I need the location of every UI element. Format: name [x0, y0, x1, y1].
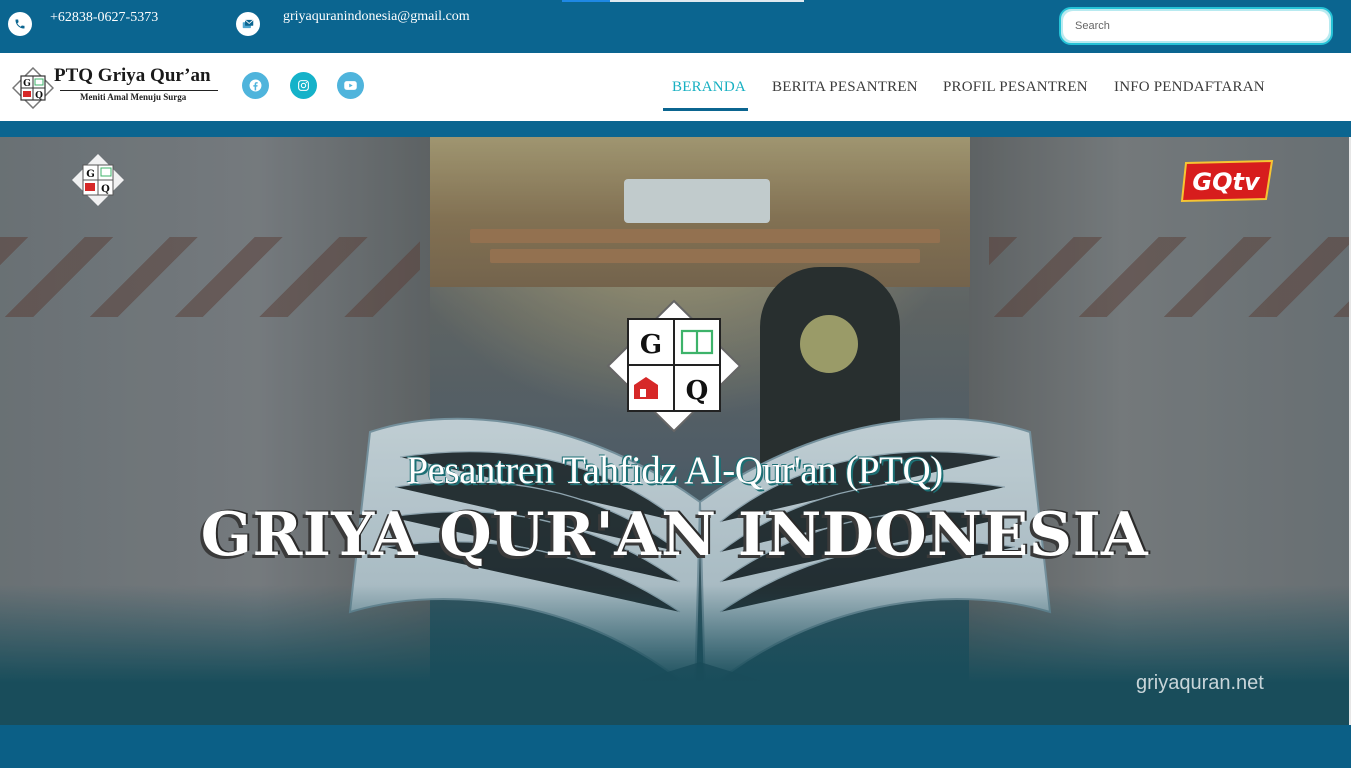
hero-subtitle: Pesantren Tahfidz Al-Qur'an (PTQ)	[406, 449, 943, 492]
nav-label: BERITA PESANTREN	[772, 78, 918, 95]
svg-text:G: G	[640, 330, 662, 360]
search-input[interactable]	[1063, 11, 1329, 41]
search-box	[1059, 7, 1333, 45]
brand-tagline: Meniti Amal Menuju Surga	[80, 92, 187, 102]
nav-label: PROFIL PESANTREN	[943, 78, 1088, 95]
email-address[interactable]: griyaquranindonesia@gmail.com	[283, 9, 470, 25]
nav-label: INFO PENDAFTARAN	[1114, 78, 1265, 95]
phone-icon	[8, 12, 32, 36]
active-nav-indicator	[663, 108, 748, 111]
nav-beranda[interactable]: BERANDA	[663, 53, 748, 121]
hero-banner: G Q GQtv G Q Pesantren Tahfidz Al-Qur'an…	[0, 137, 1349, 725]
svg-text:Q: Q	[686, 376, 709, 406]
youtube-icon	[344, 81, 357, 90]
top-bar: +62838-0627-5373 griyaquranindonesia@gma…	[0, 0, 1351, 53]
header-divider	[0, 121, 1351, 137]
site-logo[interactable]: G Q PTQ Griya Qur’an Meniti Amal Menuju …	[12, 65, 222, 109]
gq-logo-icon: G Q	[12, 67, 54, 109]
envelope-icon	[236, 12, 260, 36]
youtube-link[interactable]	[337, 72, 364, 99]
hero-watermark: griyaquran.net	[1136, 672, 1264, 694]
gqtv-badge: GQtv	[1180, 159, 1274, 203]
svg-text:Q: Q	[101, 184, 110, 195]
svg-text:G: G	[23, 79, 31, 89]
instagram-link[interactable]	[290, 72, 317, 99]
svg-text:GQtv: GQtv	[1192, 168, 1261, 196]
next-section-band	[0, 725, 1351, 768]
svg-text:Q: Q	[35, 91, 43, 101]
main-navbar: G Q PTQ Griya Qur’an Meniti Amal Menuju …	[0, 53, 1351, 121]
gq-corner-logo-icon: G Q	[72, 154, 124, 206]
instagram-icon	[298, 80, 309, 91]
phone-number[interactable]: +62838-0627-5373	[50, 10, 158, 26]
nav-label: BERANDA	[672, 78, 746, 95]
hero-title: GRIYA QUR'AN INDONESIA	[200, 500, 1149, 570]
page-load-progress	[562, 0, 804, 2]
brand-name: PTQ Griya Qur’an	[54, 65, 211, 86]
facebook-link[interactable]	[242, 72, 269, 99]
gq-main-logo-icon: G Q	[606, 299, 742, 433]
brand-underline	[60, 90, 218, 91]
nav-info-pendaftaran[interactable]: INFO PENDAFTARAN	[1114, 53, 1265, 121]
facebook-icon	[249, 79, 262, 92]
svg-text:G: G	[86, 169, 95, 180]
nav-profil-pesantren[interactable]: PROFIL PESANTREN	[943, 53, 1088, 121]
nav-berita-pesantren[interactable]: BERITA PESANTREN	[772, 53, 918, 121]
